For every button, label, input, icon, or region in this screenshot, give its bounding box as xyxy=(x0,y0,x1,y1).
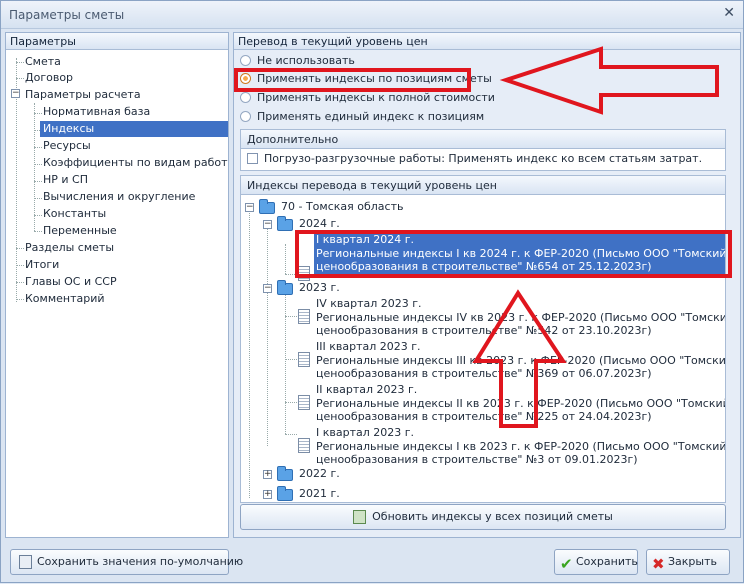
arrow-up xyxy=(472,289,567,428)
annotation-arrows xyxy=(472,46,719,428)
arrow-left xyxy=(499,46,719,115)
dialog-window: Параметры сметы ✕ Параметры − Смета Дого… xyxy=(0,0,744,583)
